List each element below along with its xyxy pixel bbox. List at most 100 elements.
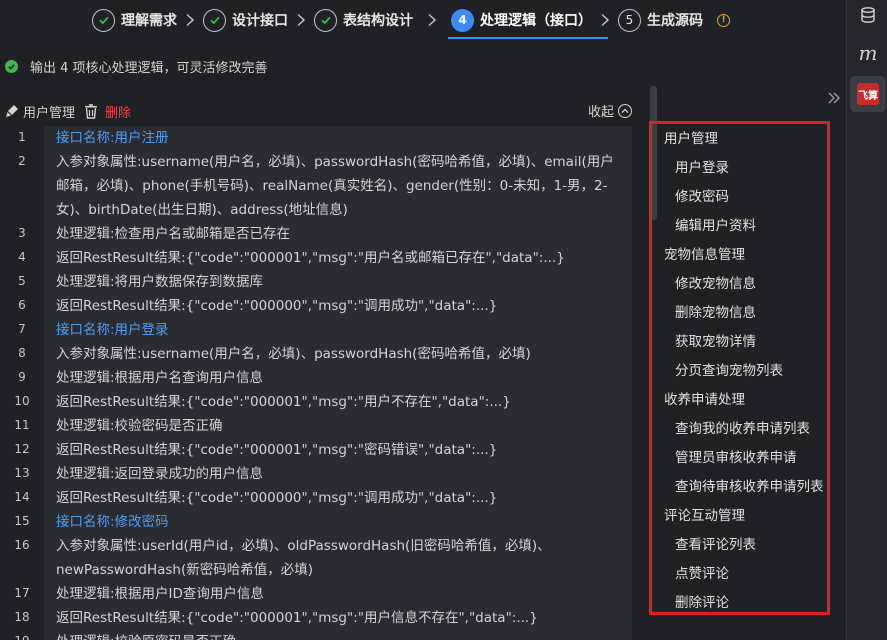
outline-item[interactable]: 删除宠物信息 [675, 301, 756, 321]
step-number: 5 [618, 8, 641, 32]
outline-group[interactable]: 用户管理 [664, 127, 718, 147]
outline-group[interactable]: 评论互动管理 [664, 504, 745, 524]
logic-editor[interactable]: 1 接口名称:用户注册 2 入参对象属性:username(用户名，必填)、passw… [0, 126, 632, 640]
outline-item[interactable]: 删除评论 [675, 591, 729, 611]
outline-item[interactable]: 用户登录 [675, 156, 729, 176]
chevron-right-icon [600, 13, 610, 27]
code-line[interactable]: 11 处理逻辑:校验密码是否正确 [0, 414, 632, 438]
code-line[interactable]: 10 返回RestResult结果:{"code":"000001","msg":… [0, 390, 632, 414]
chevron-up-icon [618, 103, 632, 118]
m-logo-text: m [858, 41, 878, 65]
code-line-text: 入参对象属性:username(用户名，必填)、passwordHash(密码哈… [56, 154, 614, 218]
interface-name-line[interactable]: 接口名称:用户注册 [56, 126, 626, 150]
line-number: 12 [14, 442, 30, 456]
outline-item[interactable]: 点赞评论 [675, 562, 729, 582]
code-line[interactable]: 3 处理逻辑:检查用户名或邮箱是否已存在 [0, 222, 632, 246]
line-number: 7 [18, 322, 26, 336]
database-icon[interactable] [855, 2, 881, 28]
step-label: 理解需求 [121, 13, 177, 29]
code-line[interactable]: 7 接口名称:用户登录 [0, 318, 632, 342]
delete-button[interactable]: 删除 [105, 102, 131, 121]
step-4[interactable]: 4 处理逻辑（接口） [448, 0, 608, 40]
collapse-button[interactable]: 收起 [588, 101, 632, 120]
step-label: 处理逻辑（接口） [480, 13, 592, 29]
brush-icon[interactable] [4, 103, 20, 119]
line-number: 17 [14, 586, 30, 600]
step-3[interactable]: 表结构设计 [314, 0, 413, 40]
check-icon [92, 8, 115, 32]
code-line[interactable]: 14 返回RestResult结果:{"code":"000000","msg":… [0, 486, 632, 510]
code-line-text: 返回RestResult结果:{"code":"000000","msg":"调… [56, 490, 498, 506]
code-line[interactable]: 16 入参对象属性:userId(用户id，必填)、oldPasswordHash… [0, 534, 632, 582]
code-line[interactable]: 18 返回RestResult结果:{"code":"000001","msg":… [0, 606, 632, 630]
outline-item[interactable]: 修改密码 [675, 185, 729, 205]
code-line[interactable]: 15 接口名称:修改密码 [0, 510, 632, 534]
step-2[interactable]: 设计接口 [203, 0, 288, 40]
code-line-text: 处理逻辑:根据用户名查询用户信息 [56, 370, 264, 386]
status-line: 输出 4 项核心处理逻辑，可灵活修改完善 [5, 57, 268, 76]
line-number: 3 [18, 226, 26, 240]
status-text: 输出 4 项核心处理逻辑，可灵活修改完善 [30, 61, 268, 76]
outline-item[interactable]: 获取宠物详情 [675, 330, 756, 350]
code-line-text: 入参对象属性:userId(用户id，必填)、oldPasswordHash(旧… [56, 538, 551, 578]
code-line[interactable]: 5 处理逻辑:将用户数据保存到数据库 [0, 270, 632, 294]
stepper: 理解需求 设计接口 表结构设计 4 处理逻辑（接口） 5 生成源码! [0, 0, 846, 40]
code-line[interactable]: 4 返回RestResult结果:{"code":"000001","msg":"… [0, 246, 632, 270]
feishu-logo: 飞算 [857, 83, 879, 105]
warning-icon[interactable]: ! [717, 13, 730, 27]
outline-item[interactable]: 查询待审核收养申请列表 [675, 475, 824, 495]
line-number: 16 [14, 538, 30, 552]
code-line-text: 处理逻辑:根据用户ID查询用户信息 [56, 586, 264, 602]
trash-icon[interactable] [83, 103, 99, 119]
m-plugin-icon[interactable]: m [855, 40, 881, 66]
code-line[interactable]: 9 处理逻辑:根据用户名查询用户信息 [0, 366, 632, 390]
collapse-label: 收起 [587, 105, 614, 120]
code-line[interactable]: 1 接口名称:用户注册 [0, 126, 632, 150]
code-line-text: 处理逻辑:校验密码是否正确 [56, 418, 223, 434]
code-line-text: 处理逻辑:校验原密码是否正确 [56, 630, 626, 640]
code-line[interactable]: 13 处理逻辑:返回登录成功的用户信息 [0, 462, 632, 486]
line-number: 9 [18, 370, 26, 384]
line-number: 6 [18, 298, 26, 312]
check-circle-icon [5, 60, 18, 73]
step-label: 表结构设计 [343, 13, 413, 29]
step-number: 4 [451, 8, 474, 32]
outline-item[interactable]: 查看评论列表 [675, 533, 756, 553]
check-icon [203, 8, 226, 32]
code-line-text: 处理逻辑:将用户数据保存到数据库 [56, 274, 264, 290]
outline-item[interactable]: 分页查询宠物列表 [675, 359, 783, 379]
code-line[interactable]: 6 返回RestResult结果:{"code":"000000","msg":"… [0, 294, 632, 318]
code-line-text: 返回RestResult结果:{"code":"000001","msg":"用… [56, 250, 565, 266]
outline-item[interactable]: 编辑用户资料 [675, 214, 756, 234]
chevron-right-icon [296, 13, 306, 27]
step-1[interactable]: 理解需求 [92, 0, 177, 40]
code-line-text: 入参对象属性:username(用户名，必填)、passwordHash(密码哈… [56, 346, 531, 362]
feishu-plugin-button[interactable]: 飞算 [855, 81, 881, 107]
outline-group[interactable]: 收养申请处理 [664, 388, 745, 408]
outline-item[interactable]: 管理员审核收养申请 [675, 446, 797, 466]
code-line-text: 返回RestResult结果:{"code":"000001","msg":"用… [56, 394, 511, 410]
outline-item[interactable]: 查询我的收养申请列表 [675, 417, 810, 437]
line-number: 10 [14, 394, 30, 408]
outline-item[interactable]: 修改宠物信息 [675, 272, 756, 292]
step-5[interactable]: 5 生成源码 [618, 0, 703, 40]
code-line-text: 返回RestResult结果:{"code":"000001","msg":"密… [56, 442, 498, 458]
code-line[interactable]: 19 处理逻辑:校验原密码是否正确 [0, 630, 632, 640]
line-number: 1 [18, 130, 26, 144]
line-number: 8 [18, 346, 26, 360]
line-number: 11 [14, 418, 30, 432]
step-label: 生成源码 [647, 13, 703, 29]
code-line[interactable]: 17 处理逻辑:根据用户ID查询用户信息 [0, 582, 632, 606]
line-number: 14 [14, 490, 30, 504]
double-chevron-right-icon[interactable] [826, 90, 842, 106]
code-line-text: 处理逻辑:检查用户名或邮箱是否已存在 [56, 226, 291, 242]
outline-group[interactable]: 宠物信息管理 [664, 243, 745, 263]
api-outline-panel: 用户管理用户登录修改密码编辑用户资料宠物信息管理修改宠物信息 删除宠物信息 获取宠物… [649, 121, 830, 615]
chevron-right-icon [185, 13, 195, 27]
code-line[interactable]: 2 入参对象属性:username(用户名，必填)、passwordHash(密码… [0, 150, 632, 222]
interface-name-line[interactable]: 接口名称:修改密码 [56, 510, 626, 534]
interface-name-line[interactable]: 接口名称:用户登录 [56, 318, 626, 342]
code-line[interactable]: 8 入参对象属性:username(用户名，必填)、passwordHash(密码… [0, 342, 632, 366]
code-line[interactable]: 12 返回RestResult结果:{"code":"000001","msg":… [0, 438, 632, 462]
line-number: 4 [18, 250, 26, 264]
